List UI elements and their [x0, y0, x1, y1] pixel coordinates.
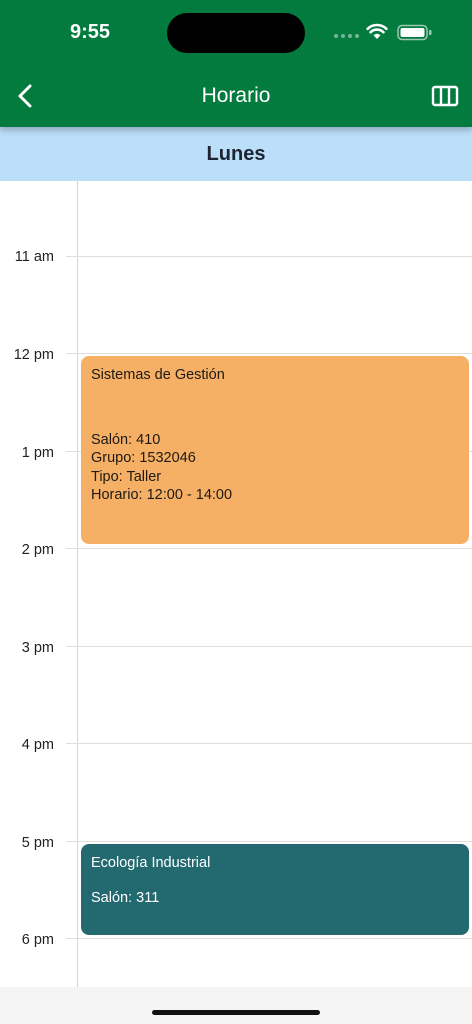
- hour-line: [66, 256, 472, 257]
- view-week-icon[interactable]: [431, 84, 459, 108]
- hour-line: [66, 841, 472, 842]
- home-area: [0, 987, 472, 1024]
- day-header: Lunes: [0, 127, 472, 181]
- day-label: Lunes: [206, 143, 266, 165]
- hour-label: 3 pm: [21, 640, 54, 656]
- hour-line: [66, 743, 472, 744]
- back-icon[interactable]: [12, 82, 40, 110]
- signal-icon: [334, 34, 360, 40]
- hour-label: 6 pm: [21, 932, 54, 948]
- app-header: 9:55 Horario: [0, 0, 472, 127]
- hour-label: 5 pm: [21, 835, 54, 851]
- status-time: 9:55: [69, 21, 111, 43]
- event-card-sistemas-de-gestion[interactable]: Sistemas de Gestión Salón: 410 Grupo: 15…: [81, 356, 469, 544]
- event-title: Ecología Industrial: [91, 855, 211, 871]
- event-salon: Salón: 410: [91, 431, 161, 448]
- dynamic-island: [167, 13, 305, 53]
- hour-label: 2 pm: [21, 542, 54, 558]
- event-title: Sistemas de Gestión: [91, 367, 225, 383]
- hour-line: [66, 548, 472, 549]
- wifi-icon: [366, 23, 388, 39]
- event-card-ecologia-industrial[interactable]: Ecología Industrial Salón: 311: [81, 844, 469, 935]
- event-salon: Salón: 311: [91, 889, 160, 906]
- page-title: Horario: [201, 84, 271, 107]
- hour-line: [66, 353, 472, 354]
- event-tipo: Tipo: Taller: [91, 468, 162, 485]
- hour-label: 12 pm: [13, 347, 54, 363]
- hour-label: 4 pm: [21, 737, 54, 753]
- event-grupo: Grupo: 1532046: [91, 450, 196, 466]
- hour-label: 11 am: [14, 249, 54, 265]
- hour-label: 1 pm: [21, 445, 54, 461]
- day-timeline[interactable]: 11 am 12 pm 1 pm 2 pm 3 pm 4 pm 5 pm 6 p…: [0, 181, 472, 987]
- home-indicator[interactable]: [152, 1010, 320, 1015]
- event-horario: Horario: 12:00 - 14:00: [91, 487, 233, 503]
- hour-line: [66, 646, 472, 647]
- time-divider: [77, 181, 78, 987]
- battery-icon: [397, 24, 432, 41]
- hour-line: [66, 938, 472, 939]
